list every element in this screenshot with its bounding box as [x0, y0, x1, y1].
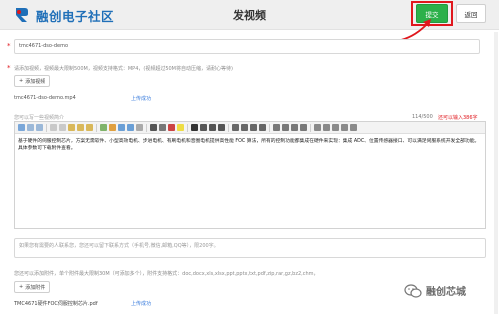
paste-icon[interactable] [68, 124, 75, 131]
align-left-icon[interactable] [232, 124, 239, 131]
subscript-icon[interactable] [314, 124, 321, 131]
unordered-list-icon[interactable] [282, 124, 289, 131]
indent-icon[interactable] [300, 124, 307, 131]
scrollbar[interactable] [494, 32, 498, 314]
toolbar-divider [187, 123, 188, 132]
plus-icon: + [19, 284, 24, 290]
video-title-input[interactable]: tmc4671-dso-demo [14, 39, 480, 54]
editor-toolbar [15, 122, 485, 134]
outdent-icon[interactable] [291, 124, 298, 131]
toolbar-divider [228, 123, 229, 132]
toolbar-divider [269, 123, 270, 132]
contact-placeholder: 如果您有需要的人联系您，您还可以留下联系方式（手机号,微信,邮箱,QQ等），限2… [19, 243, 219, 249]
toolbar-divider [46, 123, 47, 132]
text-color-icon[interactable] [168, 124, 175, 131]
editor-content[interactable]: 基于硬件的伺服控制芯片，方案无需软件、小型高效电机、步进电机、有刷电机和音圈电机… [18, 138, 480, 152]
toolbar-divider [96, 123, 97, 132]
italic-icon[interactable] [200, 124, 207, 131]
toolbar-divider [310, 123, 311, 132]
redo-icon[interactable] [36, 124, 43, 131]
clear-format-icon[interactable] [332, 124, 339, 131]
uploaded-attachment-status: 上传成功 [131, 301, 152, 307]
attachment-hint: 您还可以添加附件，单个附件最大限制30M（可添加多个），附件支持格式：doc,d… [14, 271, 319, 277]
highlight-color-icon[interactable] [177, 124, 184, 131]
watermark-text: 融创芯城 [426, 287, 466, 298]
plus-icon: + [19, 78, 24, 84]
strikethrough-icon[interactable] [218, 124, 225, 131]
paste-word-icon[interactable] [86, 124, 93, 131]
font-icon[interactable] [150, 124, 157, 131]
intro-paragraph: 具体参数可下载附件查看。 [18, 146, 76, 151]
add-video-label: 添加视频 [25, 78, 46, 85]
wechat-icon [404, 283, 422, 298]
horizontal-rule-icon[interactable] [341, 124, 348, 131]
uploaded-video-filename: tmc4671-dso-demo.mp4 [14, 95, 76, 101]
intro-paragraph: 基于硬件的伺服控制芯片，方案无需软件、小型高效电机、步进电机、有刷电机和音圈电机… [18, 139, 480, 144]
watermark: 融创芯城 [404, 283, 466, 298]
video-upload-hint: 请添加视频，视频最大限制500M，视频支持格式：MP4，(视频超过50M将自动压… [14, 66, 233, 72]
unlink-icon[interactable] [136, 124, 143, 131]
fullscreen-icon[interactable] [350, 124, 357, 131]
link-icon[interactable] [127, 124, 134, 131]
undo-icon[interactable] [27, 124, 34, 131]
char-count: 114/500 [412, 114, 433, 120]
contact-textarea[interactable]: 如果您有需要的人联系您，您还可以留下联系方式（手机号,微信,邮箱,QQ等），限2… [14, 238, 486, 258]
align-center-icon[interactable] [241, 124, 248, 131]
align-justify-icon[interactable] [259, 124, 266, 131]
underline-icon[interactable] [209, 124, 216, 131]
video-title-value: tmc4671-dso-demo [19, 43, 69, 49]
ordered-list-icon[interactable] [273, 124, 280, 131]
intro-placeholder: 您可以写一些视频简介 [14, 115, 65, 121]
required-marker: * [7, 64, 11, 72]
paste-text-icon[interactable] [77, 124, 84, 131]
table-icon[interactable] [118, 124, 125, 131]
uploaded-attachment-filename: TMC4671硬件FOC伺服控制芯片.pdf [14, 301, 98, 307]
add-attachment-label: 添加附件 [25, 284, 46, 291]
char-remaining: 还可以输入386字 [438, 115, 478, 121]
align-right-icon[interactable] [250, 124, 257, 131]
add-video-button[interactable]: + 添加视频 [14, 75, 51, 87]
copy-icon[interactable] [59, 124, 66, 131]
superscript-icon[interactable] [323, 124, 330, 131]
uploaded-video-status: 上传成功 [131, 96, 152, 102]
add-attachment-button[interactable]: + 添加附件 [14, 281, 51, 293]
image-icon[interactable] [100, 124, 107, 131]
required-marker: * [7, 42, 11, 50]
cut-icon[interactable] [50, 124, 57, 131]
bold-icon[interactable] [191, 124, 198, 131]
source-icon[interactable] [18, 124, 25, 131]
rich-text-editor[interactable]: 基于硬件的伺服控制芯片，方案无需软件、小型高效电机、步进电机、有刷电机和音圈电机… [14, 121, 486, 229]
toolbar-divider [146, 123, 147, 132]
back-button[interactable]: 返回 [456, 4, 486, 23]
font-size-icon[interactable] [159, 124, 166, 131]
emoji-icon[interactable] [109, 124, 116, 131]
